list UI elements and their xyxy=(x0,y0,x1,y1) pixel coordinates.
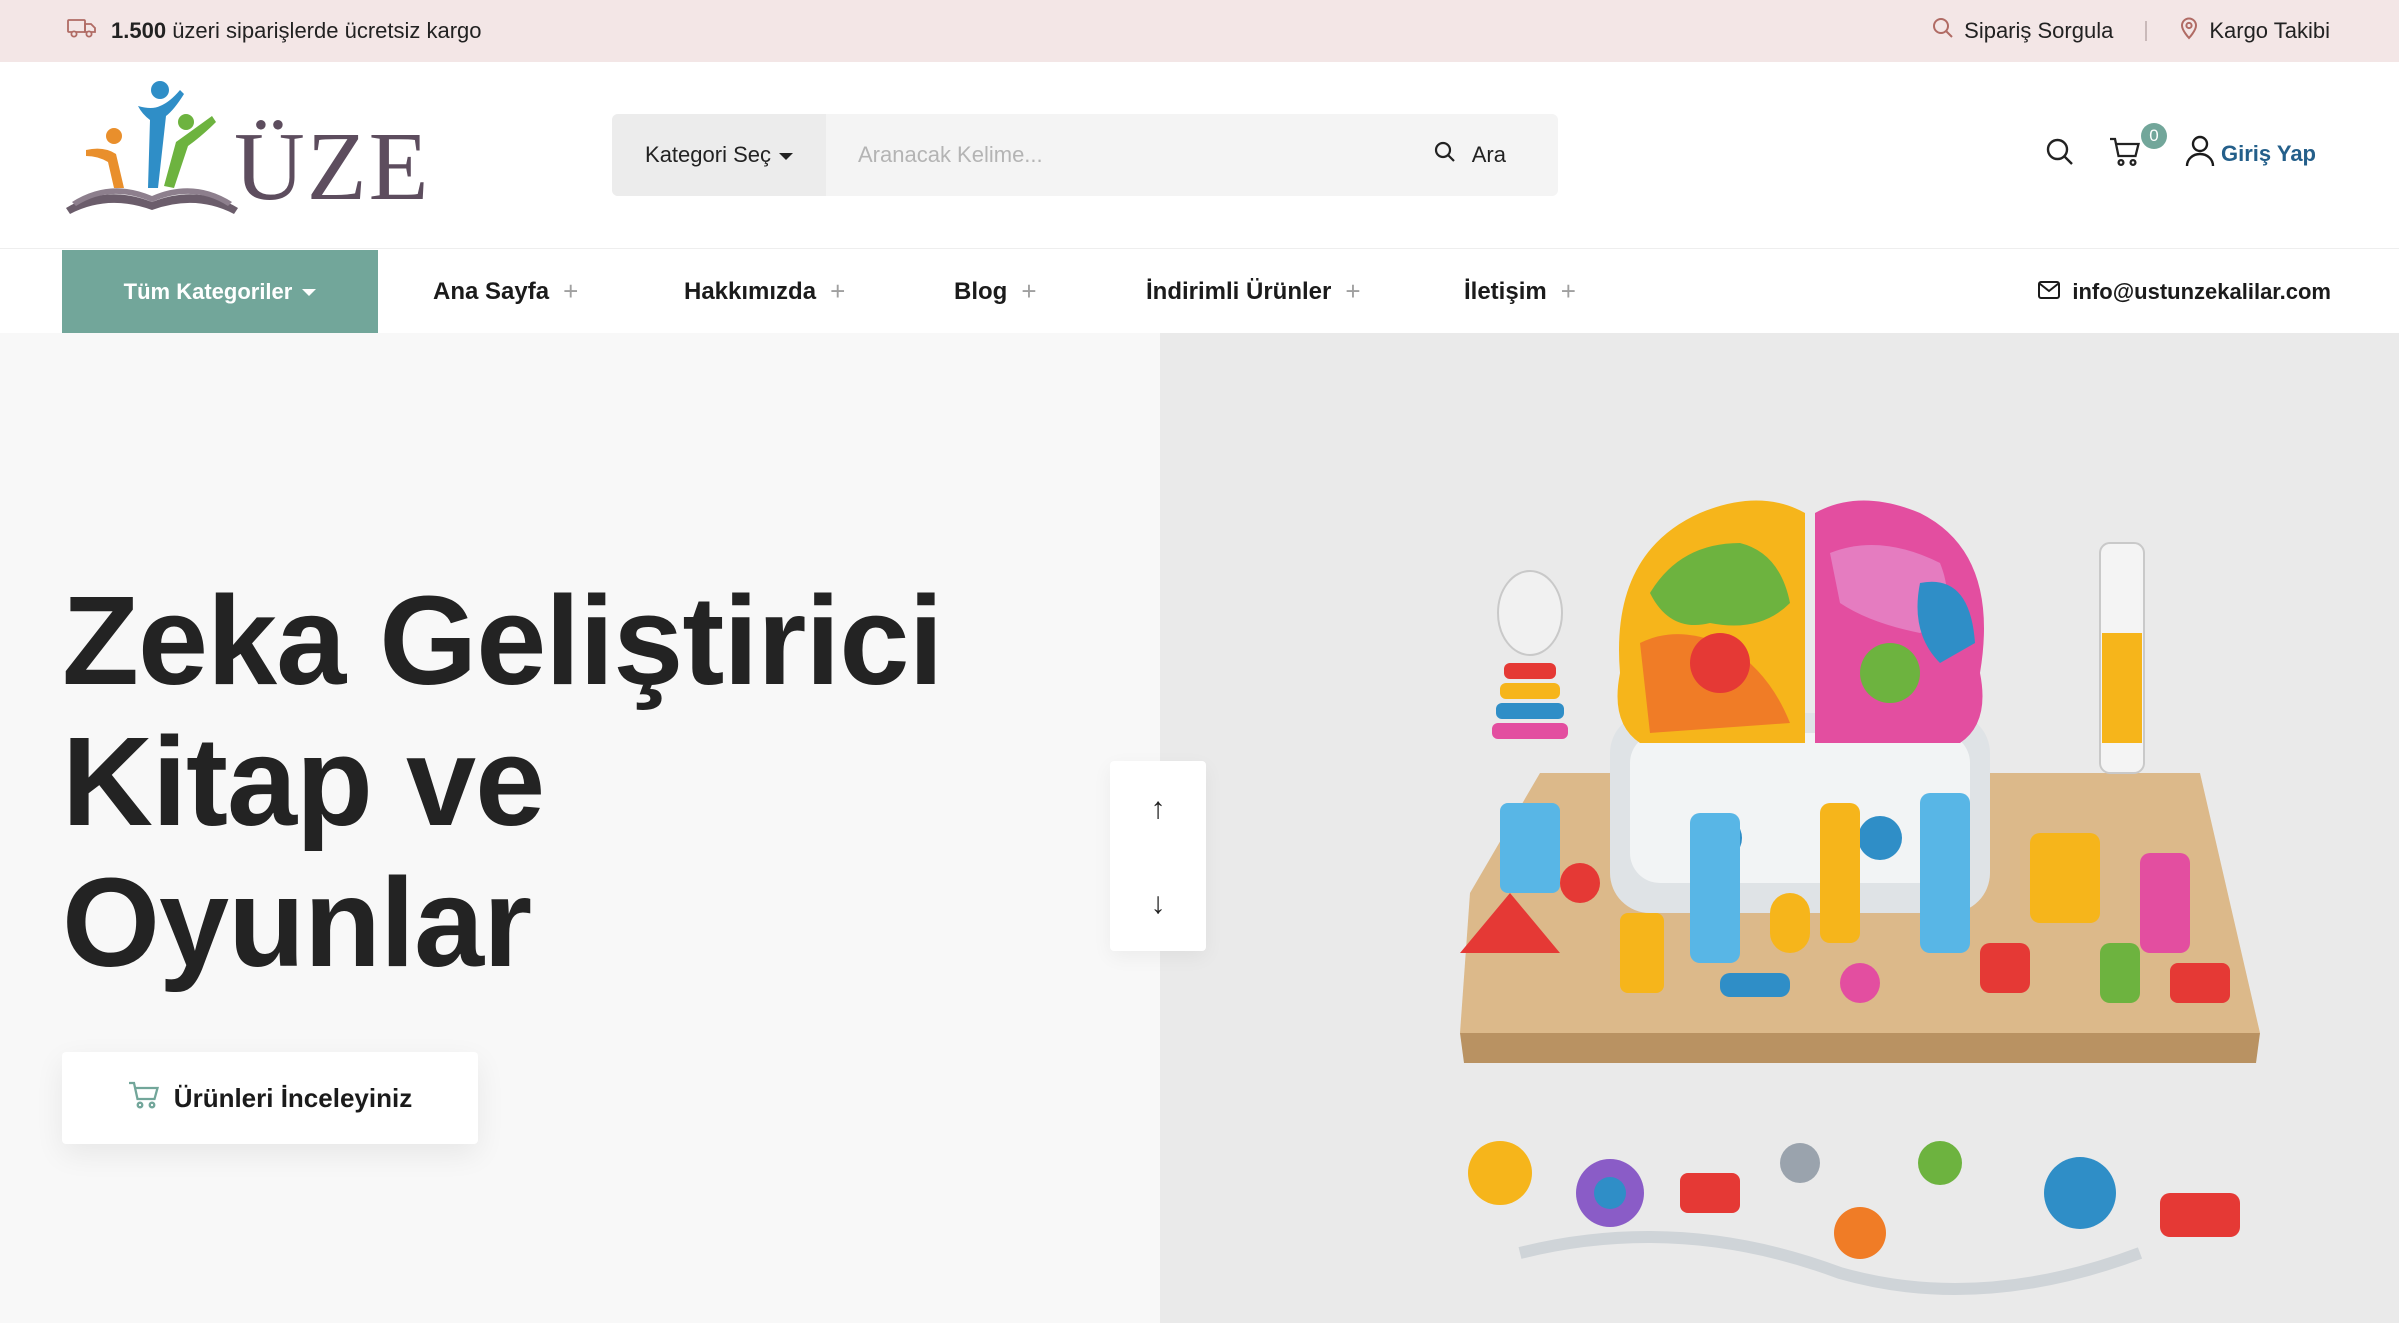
cart-icon xyxy=(2109,137,2141,172)
hero-title-line: Kitap ve xyxy=(62,711,545,852)
main-navigation: Tüm Kategoriler Ana Sayfa + Hakkımızda + B… xyxy=(0,250,2399,333)
promo-amount: 1.500 xyxy=(111,18,167,43)
nav-item-discounted-products[interactable]: İndirimli Ürünler + xyxy=(1146,250,1361,333)
slider-prev-arrow-icon[interactable]: ↑ xyxy=(1110,761,1206,856)
slider-next-arrow-icon[interactable]: ↓ xyxy=(1110,856,1206,951)
order-query-label: Sipariş Sorgula xyxy=(1964,18,2114,43)
chevron-down-icon xyxy=(302,289,317,296)
nav-item-label: Ana Sayfa xyxy=(433,277,550,305)
search-icon xyxy=(1932,17,1954,45)
site-header: ÜZE Kategori Seç Ara 0 xyxy=(0,62,2399,249)
hero-title-line: Oyunlar xyxy=(62,852,532,993)
promo-text: üzeri siparişlerde ücretsiz kargo xyxy=(172,18,482,43)
order-query-link[interactable]: Sipariş Sorgula xyxy=(1932,17,2113,45)
nav-item-label: Hakkımızda xyxy=(684,277,817,305)
search-bar: Kategori Seç Ara xyxy=(612,114,1558,196)
login-label: Giriş Yap xyxy=(2221,141,2316,166)
hero-title-line: Zeka Geliştirici xyxy=(62,570,943,711)
cargo-tracking-label: Kargo Takibi xyxy=(2209,18,2330,43)
plus-icon: + xyxy=(1021,276,1037,306)
contact-email-link[interactable]: info@ustunzekalilar.com xyxy=(2038,250,2331,333)
header-search-button[interactable] xyxy=(2045,137,2075,172)
user-icon xyxy=(2185,135,2215,173)
chevron-down-icon xyxy=(778,153,793,160)
slider-controls: ↑ ↓ xyxy=(1110,761,1206,951)
brain-toy-hero-image xyxy=(1460,500,2260,1295)
all-categories-label: Tüm Kategoriler xyxy=(123,278,293,304)
cart-button[interactable]: 0 xyxy=(2109,122,2168,172)
category-select-label: Kategori Seç xyxy=(645,142,771,167)
hero-image-panel xyxy=(1160,333,2399,1323)
nav-item-label: İndirimli Ürünler xyxy=(1146,277,1332,305)
plus-icon: + xyxy=(1345,276,1361,306)
nav-item-label: Blog xyxy=(954,277,1008,305)
site-logo[interactable]: ÜZE xyxy=(62,76,432,226)
browse-products-button[interactable]: Ürünleri İnceleyiniz xyxy=(62,1052,478,1144)
all-categories-button[interactable]: Tüm Kategoriler xyxy=(62,250,378,333)
search-input[interactable] xyxy=(826,114,1434,196)
book-people-logo-mark xyxy=(66,81,238,214)
topbar-divider xyxy=(2145,21,2148,41)
cart-icon xyxy=(128,1081,160,1116)
truck-icon xyxy=(67,17,97,45)
cargo-tracking-link[interactable]: Kargo Takibi xyxy=(2179,16,2330,46)
search-button[interactable]: Ara xyxy=(1434,114,1558,196)
nav-item-label: İletişim xyxy=(1464,277,1547,305)
free-shipping-promo: 1.500 üzeri siparişlerde ücretsiz kargo xyxy=(67,0,482,62)
mail-icon xyxy=(2038,279,2061,305)
nav-item-home[interactable]: Ana Sayfa + xyxy=(433,250,578,333)
category-select[interactable]: Kategori Seç xyxy=(612,114,826,196)
nav-item-about[interactable]: Hakkımızda + xyxy=(684,250,845,333)
plus-icon: + xyxy=(563,276,579,306)
search-icon xyxy=(2045,137,2075,172)
plus-icon: + xyxy=(830,276,846,306)
logo-text: ÜZE xyxy=(234,113,431,221)
cart-count-badge: 0 xyxy=(2141,122,2168,149)
contact-email-label: info@ustunzekalilar.com xyxy=(2072,278,2331,304)
nav-item-blog[interactable]: Blog + xyxy=(954,250,1037,333)
search-icon xyxy=(1434,141,1456,169)
login-button[interactable]: Giriş Yap xyxy=(2185,135,2316,173)
top-bar: 1.500 üzeri siparişlerde ücretsiz kargo … xyxy=(0,0,2399,62)
map-pin-icon xyxy=(2179,16,2199,46)
browse-products-label: Ürünleri İnceleyiniz xyxy=(173,1082,413,1113)
plus-icon: + xyxy=(1560,276,1576,306)
search-button-label: Ara xyxy=(1471,142,1506,167)
nav-item-contact[interactable]: İletişim + xyxy=(1464,250,1576,333)
hero-title: Zeka Geliştirici Kitap ve Oyunlar xyxy=(62,570,1112,993)
